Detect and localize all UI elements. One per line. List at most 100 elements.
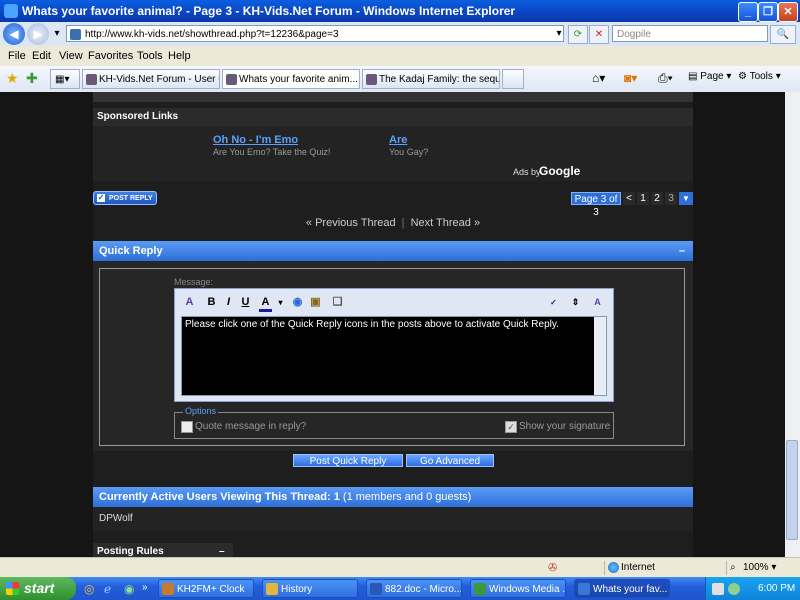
quote-icon[interactable]: ❏ [331,296,344,309]
tab-label: Whats your favorite anim... [239,74,358,85]
ad-link-are[interactable]: Are [389,134,407,146]
editor-scrollbar[interactable] [594,317,606,395]
menu-favorites[interactable]: Favorites [88,50,133,62]
insert-image-icon[interactable]: ▣ [309,296,322,309]
font-format-icon[interactable]: A [183,296,196,309]
print-icon[interactable]: ⎙▾ [658,71,673,86]
post-quick-reply-button[interactable]: Post Quick Reply [293,454,403,467]
tools-menu[interactable]: ⚙ Tools ▾ [738,71,781,82]
pager-page-3[interactable]: 3 [665,192,677,205]
insert-link-icon[interactable]: ◉ [291,296,304,309]
tab-favicon [226,74,237,85]
search-input[interactable]: Dogpile [612,25,768,42]
menu-view[interactable]: View [59,50,83,62]
message-textarea[interactable]: Please click one of the Quick Reply icon… [181,316,607,396]
window-titlebar[interactable]: Whats your favorite animal? - Page 3 - K… [0,0,800,22]
maximize-button[interactable]: ❐ [758,2,778,22]
post-reply-label: POST REPLY [109,195,153,202]
posting-rules-collapse-icon[interactable]: – [219,543,225,557]
go-advanced-button[interactable]: Go Advanced [406,454,494,467]
search-placeholder: Dogpile [617,29,651,40]
underline-icon[interactable]: U [239,296,252,309]
pager-page-2[interactable]: 2 [651,192,663,205]
quote-checkbox[interactable] [181,421,193,433]
favorites-star-icon[interactable]: ★ [6,70,19,87]
resize-icon[interactable]: ⇕ [569,296,582,309]
color-dropdown-icon[interactable]: ▾ [274,296,287,309]
home-icon[interactable]: ⌂▾ [592,71,605,85]
quicklaunch-icon[interactable]: ◎ [84,582,94,596]
task-kh2fm-clock[interactable]: KH2FM+ Clock [158,579,254,598]
address-dropdown-icon[interactable]: ▾ [550,25,568,42]
pager-prev[interactable]: < [623,192,635,205]
search-icon[interactable]: 🔍 [770,25,796,44]
tab-favorite-animal[interactable]: Whats your favorite anim... [222,69,360,89]
options-legend: Options [183,406,219,416]
minimize-button[interactable]: _ [738,2,758,22]
page-menu[interactable]: ▤ Page ▾ [688,71,731,82]
tab-user-cp[interactable]: KH-Vids.Net Forum - User Co... [82,69,220,89]
tray-volume-icon[interactable] [728,583,740,595]
ad-link-emo[interactable]: Oh No - I'm Emo [213,134,298,146]
scrollbar-thumb[interactable] [786,440,798,540]
active-users-header: Currently Active Users Viewing This Thre… [93,487,693,507]
status-bar: ✇ Internet ⌕ 100% ▾ [0,557,800,578]
media-quicklaunch-icon[interactable]: ◉ [124,582,134,596]
spellcheck-icon[interactable]: ✓ [547,296,560,309]
menu-help[interactable]: Help [168,50,191,62]
active-user-link[interactable]: DPWolf [99,513,133,524]
history-dropdown-icon[interactable]: ▾ [50,25,64,42]
task-label: Windows Media ... [489,584,566,595]
start-label: start [24,580,55,596]
quicklaunch-more-icon[interactable]: » [142,582,148,593]
task-label: 882.doc - Micro... [385,584,462,595]
google-logo[interactable]: Google [539,164,580,178]
pager-page-1[interactable]: 1 [637,192,649,205]
stop-icon[interactable]: ✕ [589,25,609,44]
ie-quicklaunch-icon[interactable]: ℯ [104,582,111,596]
zoom-control[interactable]: ⌕ 100% ▾ [726,561,800,575]
menu-tools[interactable]: Tools [137,50,163,62]
task-word-doc[interactable]: 882.doc - Micro... [366,579,462,598]
close-button[interactable]: ✕ [778,2,798,22]
tab-favicon [86,74,97,85]
address-input[interactable]: http://www.kh-vids.net/showthread.php?t=… [66,25,564,42]
start-button[interactable]: start [0,577,76,600]
task-windows-media[interactable]: Windows Media ... [470,579,566,598]
text-color-icon[interactable]: A [259,296,272,312]
switch-editor-icon[interactable]: A [591,296,604,309]
tray-network-icon[interactable] [712,583,724,595]
post-reply-button[interactable]: ✓ POST REPLY [93,191,157,205]
page-scrollbar[interactable] [785,92,800,557]
ad-sub-emo: Are You Emo? Take the Quiz! [213,147,331,157]
italic-icon[interactable]: I [222,296,235,309]
feeds-icon[interactable]: ◙▾ [624,71,637,85]
tab-bar: ★ ✚ ▦▾ KH-Vids.Net Forum - User Co... Wh… [0,66,800,93]
menu-file[interactable]: File [8,50,26,62]
clock[interactable]: 6:00 PM [758,577,795,600]
new-tab-button[interactable] [502,69,524,89]
word-icon [370,583,382,595]
quick-tabs-button[interactable]: ▦▾ [50,69,80,89]
back-button[interactable]: ◀ [3,23,25,45]
ads-by-label: Ads by [513,167,541,177]
add-favorites-icon[interactable]: ✚ [26,70,38,87]
prev-thread-link[interactable]: « Previous Thread [306,217,396,229]
quick-reply-panel: Message: A B I U A ▾ ◉ ▣ ❏ ✓ ⇕ A Please … [93,261,693,451]
task-ie-active[interactable]: Whats your fav... [574,579,670,598]
message-label: Message: [174,277,214,287]
task-history[interactable]: History [262,579,358,598]
next-thread-link[interactable]: Next Thread » [411,217,481,229]
refresh-icon[interactable]: ⟳ [568,25,588,44]
pager-menu-icon[interactable]: ▼ [679,192,693,205]
menu-edit[interactable]: Edit [32,50,51,62]
pager: Page 3 of 3 < 1 2 3 ▼ [571,192,693,218]
bold-icon[interactable]: B [205,296,218,309]
sponsored-box: Oh No - I'm Emo Are You Emo? Take the Qu… [93,126,693,181]
checkmark-icon: ✓ [97,193,105,202]
tab-kadaj-family[interactable]: The Kadaj Family: the sequel... [362,69,500,89]
forward-button[interactable]: ▶ [27,23,49,45]
signature-checkbox[interactable]: ✓ [505,421,517,433]
quick-reply-collapse-icon[interactable]: – [679,241,685,261]
popup-blocked-icon[interactable]: ✇ [548,561,557,574]
